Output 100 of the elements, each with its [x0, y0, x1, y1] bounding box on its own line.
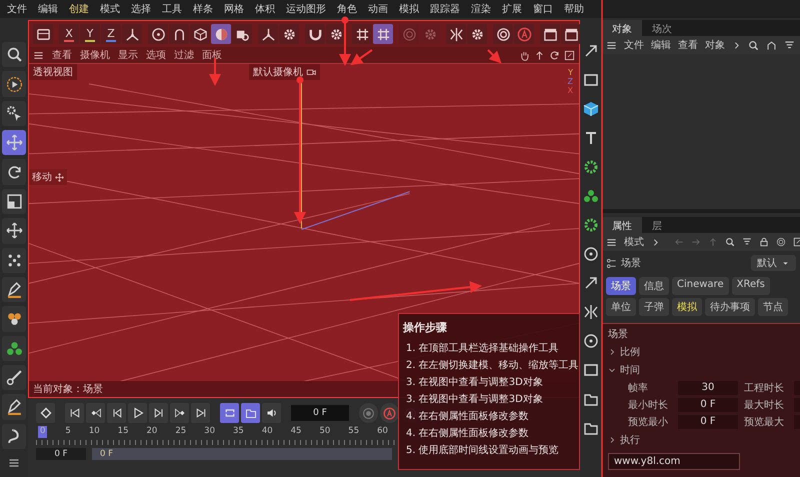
filter-icon[interactable] — [784, 40, 795, 50]
preset-dropdown[interactable]: 默认 — [751, 255, 796, 271]
search-icon[interactable] — [748, 40, 759, 50]
tool-button[interactable] — [2, 306, 26, 332]
range-bar[interactable]: 0 F — [92, 448, 392, 460]
tool-button[interactable] — [2, 364, 26, 390]
menu-item[interactable]: 运动图形 — [281, 2, 331, 16]
toolbar-button[interactable]: Z — [101, 24, 121, 44]
menu-item[interactable]: 创建 — [64, 2, 94, 16]
panel-menu-item[interactable]: 编辑 — [651, 38, 671, 52]
toolbar-button[interactable] — [540, 24, 560, 44]
menu-item[interactable]: 选择 — [126, 2, 156, 16]
tab-button[interactable]: 待办事项 — [705, 298, 755, 316]
toolbar-button[interactable] — [279, 24, 299, 44]
tool-button[interactable] — [2, 394, 26, 420]
menu-item[interactable]: 帮助 — [559, 2, 589, 16]
menu-item[interactable]: 模式 — [95, 2, 125, 16]
menu-icon[interactable] — [606, 236, 617, 248]
pan-icon[interactable] — [519, 50, 530, 60]
value-field[interactable]: 0 F — [678, 398, 738, 412]
menu-item[interactable]: 文件 — [2, 2, 32, 16]
menu-icon[interactable] — [606, 40, 617, 50]
toolbar-button[interactable] — [33, 24, 53, 44]
menu-item[interactable]: 窗口 — [528, 2, 558, 16]
tab-button[interactable]: 子弹 — [639, 298, 669, 316]
tool-button[interactable] — [2, 336, 26, 361]
toolbar-button[interactable]: Y — [80, 24, 100, 44]
view-menu-item[interactable]: 过滤 — [174, 48, 194, 62]
tool-button[interactable] — [2, 159, 26, 185]
menu-item[interactable]: 模拟 — [394, 2, 424, 16]
group-header[interactable]: 时间 — [608, 363, 794, 377]
toolbar-button[interactable] — [446, 24, 466, 44]
tab-button[interactable]: 信息 — [639, 277, 669, 295]
panel-tab[interactable]: 场次 — [642, 20, 682, 36]
transport-button[interactable] — [262, 403, 281, 423]
menu-item[interactable]: 体积 — [250, 2, 280, 16]
toolbar-button[interactable] — [493, 24, 513, 44]
tool-button[interactable] — [2, 218, 26, 244]
toolbar-button[interactable] — [305, 24, 325, 44]
view-menu-item[interactable]: 摄像机 — [80, 48, 110, 62]
record-button[interactable] — [359, 403, 378, 423]
tab-button[interactable]: 场景 — [606, 277, 636, 295]
tab-button[interactable]: 节点 — [758, 298, 788, 316]
view-menu-item[interactable]: 选项 — [146, 48, 166, 62]
toolbar-button[interactable] — [232, 24, 252, 44]
toolbar-button[interactable] — [122, 24, 142, 44]
tool-button[interactable] — [2, 424, 26, 450]
url-field[interactable]: www.y8l.com — [608, 453, 740, 470]
toolbar-button[interactable] — [258, 24, 278, 44]
start-frame-field[interactable]: 0 F — [36, 448, 86, 460]
view-menu-item[interactable]: 显示 — [118, 48, 138, 62]
menu-item[interactable]: 角色 — [332, 2, 362, 16]
tool-button[interactable] — [2, 248, 26, 273]
transport-button[interactable] — [191, 403, 210, 423]
filter-icon[interactable] — [742, 237, 752, 247]
transport-button[interactable] — [86, 403, 105, 423]
dolly-icon[interactable] — [534, 50, 545, 60]
mode-menu[interactable]: 模式 — [624, 235, 644, 249]
menu-item[interactable]: 渲染 — [466, 2, 496, 16]
transport-button[interactable] — [107, 403, 126, 423]
menu-icon[interactable] — [33, 50, 44, 60]
search-icon[interactable] — [725, 237, 735, 247]
camera-icon[interactable] — [306, 67, 316, 77]
orbit-icon[interactable] — [549, 50, 560, 60]
tool-button[interactable] — [2, 71, 26, 97]
tab-button[interactable]: Cineware — [672, 277, 729, 295]
panel-menu-item[interactable]: 查看 — [678, 38, 698, 52]
frame-field[interactable]: 0 F — [291, 405, 349, 421]
home-icon[interactable] — [766, 40, 777, 50]
panel-menu-item[interactable]: 对象 — [705, 38, 725, 52]
panel-tab[interactable]: 属性 — [602, 217, 642, 233]
tool-button[interactable] — [2, 130, 26, 156]
tool-button[interactable] — [2, 188, 26, 214]
tool-button[interactable] — [2, 100, 26, 126]
record-button[interactable] — [380, 403, 399, 423]
target-icon[interactable] — [776, 237, 786, 247]
transport-button[interactable] — [65, 403, 84, 423]
expand-icon[interactable] — [793, 237, 800, 247]
toolbar-button[interactable] — [169, 24, 189, 44]
transport-button[interactable] — [149, 403, 168, 423]
toolbar-button[interactable] — [561, 24, 581, 44]
group-header[interactable]: 比例 — [608, 345, 794, 359]
tab-button[interactable]: 单位 — [606, 298, 636, 316]
toolbar-button[interactable] — [148, 24, 168, 44]
menu-icon[interactable] — [8, 457, 20, 470]
toolbar-button[interactable] — [326, 24, 346, 44]
tab-button[interactable]: 模拟 — [672, 298, 702, 316]
view-menu-item[interactable]: 面板 — [202, 48, 222, 62]
maximize-icon[interactable] — [564, 50, 575, 60]
lock-icon[interactable] — [759, 237, 769, 247]
panel-tab[interactable]: 层 — [642, 217, 672, 233]
value-field[interactable]: 30 — [678, 381, 738, 395]
transport-button[interactable] — [128, 403, 147, 423]
panel-tab[interactable]: 对象 — [602, 20, 642, 36]
transport-button[interactable] — [170, 403, 189, 423]
toolbar-button[interactable] — [352, 24, 372, 44]
menu-item[interactable]: 网格 — [219, 2, 249, 16]
group-header[interactable]: 执行 — [608, 433, 794, 447]
toolbar-button[interactable] — [467, 24, 487, 44]
menu-item[interactable]: 跟踪器 — [425, 2, 465, 16]
